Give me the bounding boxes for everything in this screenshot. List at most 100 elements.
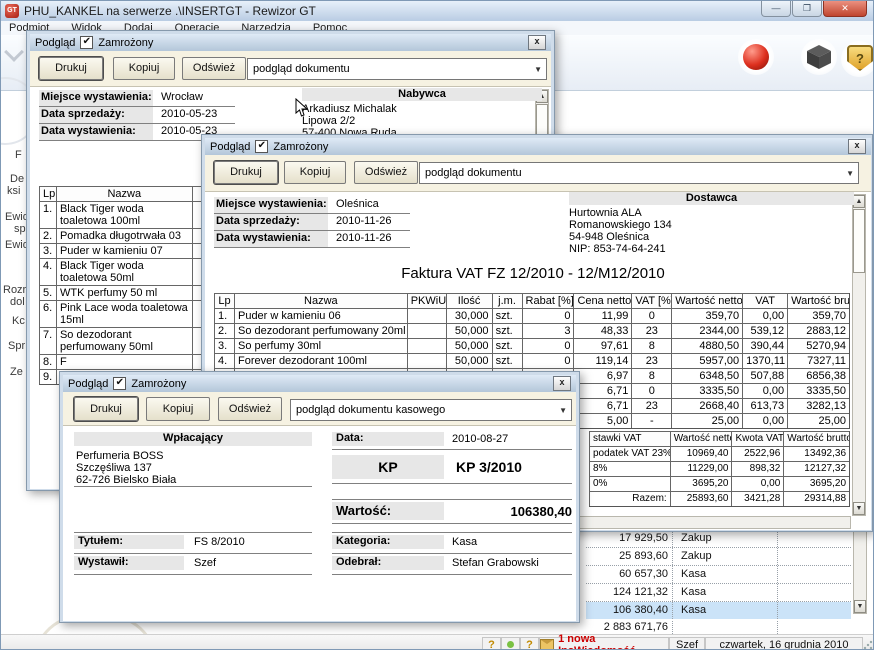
table-cell: 7327,11 <box>787 353 849 368</box>
column-header: Kwota VAT <box>731 431 783 446</box>
payer-header: Wpłacający <box>74 432 312 446</box>
frozen-checkbox[interactable]: ✔ <box>255 140 268 153</box>
dialog-titlebar[interactable]: Podgląd ✔ Zamrożony x <box>205 138 871 155</box>
refresh-button[interactable]: Odśwież <box>354 161 418 184</box>
sidebar-item-fragment[interactable]: De <box>10 173 24 185</box>
table-cell: 119,14 <box>573 353 631 368</box>
supplier-line: Hurtownia ALA <box>569 207 854 219</box>
sidebar-item-fragment[interactable]: dol <box>10 296 25 308</box>
buyer-section: Nabywca Arkadiusz Michalak Lipowa 2/2 57… <box>302 88 542 139</box>
table-cell: 6,71 <box>573 398 631 413</box>
sidebar-item-fragment[interactable]: Spr <box>8 340 25 352</box>
empty-cell <box>778 602 851 619</box>
frozen-checkbox[interactable]: ✔ <box>80 36 93 49</box>
minimize-button[interactable]: — <box>761 1 791 17</box>
issued-label: Wystawił: <box>74 556 184 570</box>
table-cell: 6. <box>39 300 56 327</box>
column-header: Lp <box>214 293 234 308</box>
print-button[interactable]: Drukuj <box>39 57 103 80</box>
table-cell: 7. <box>39 327 56 354</box>
table-cell: 0 <box>522 353 574 368</box>
combobox-value: podgląd dokumentu <box>425 167 522 179</box>
copy-button[interactable]: Kopiuj <box>146 397 210 421</box>
scrollbar-thumb[interactable] <box>853 209 865 273</box>
table-cell: 3282,13 <box>787 398 849 413</box>
sidebar-item-fragment[interactable]: Ze <box>10 366 23 378</box>
table-cell: WTK perfumy 50 ml <box>56 285 192 300</box>
type-cell: Kasa <box>673 602 778 619</box>
cube-icon[interactable] <box>806 43 833 70</box>
refresh-button[interactable]: Odśwież <box>218 397 282 421</box>
ins-message-cell[interactable]: 1 nowa InsWiadomość <box>539 637 669 650</box>
copy-button[interactable]: Kopiuj <box>284 161 346 184</box>
sidebar-item-fragment[interactable]: ksi <box>7 185 20 197</box>
window-titlebar: GT PHU_KANKEL na serwerze .\INSERTGT - R… <box>1 1 874 21</box>
table-cell: 5270,94 <box>787 338 849 353</box>
sidebar-item-fragment[interactable]: Rozr <box>3 284 26 296</box>
close-icon[interactable]: x <box>553 376 571 391</box>
field-label: Miejsce wystawienia: <box>39 90 153 106</box>
background-list-row[interactable]: 124 121,32Kasa <box>586 584 851 602</box>
invoice-title: Faktura VAT FZ 12/2010 - 12/M12/2010 <box>214 265 852 282</box>
background-list-scrollbar[interactable]: ▼ <box>853 530 867 614</box>
sidebar-item-fragment[interactable]: sp <box>14 223 26 235</box>
preview-type-combobox[interactable]: podgląd dokumentu ▼ <box>419 162 859 184</box>
print-button[interactable]: Drukuj <box>214 161 278 184</box>
help-question-icon[interactable]: ? <box>520 637 539 650</box>
category-label: Kategoria: <box>332 535 444 549</box>
red-sphere-icon[interactable] <box>743 44 769 70</box>
table-row: 8%11229,00898,3212127,32 <box>589 461 849 476</box>
sidebar-item-fragment[interactable]: F <box>15 149 22 161</box>
title-label: Tytułem: <box>74 535 184 549</box>
frozen-checkbox[interactable]: ✔ <box>113 377 126 390</box>
table-cell: 359,70 <box>671 308 742 323</box>
dialog-titlebar[interactable]: Podgląd ✔ Zamrożony x <box>63 375 576 392</box>
table-cell: Razem: <box>589 491 670 506</box>
preview-type-combobox[interactable]: podgląd dokumentu ▼ <box>247 58 547 80</box>
table-cell: 4. <box>39 258 56 285</box>
scroll-down-icon[interactable]: ▼ <box>854 600 866 613</box>
table-row: 1.Puder w kamieniu 0630,000szt.011,99035… <box>214 308 849 323</box>
scroll-up-icon[interactable]: ▲ <box>853 195 865 208</box>
table-cell: szt. <box>492 308 522 323</box>
resize-grip[interactable] <box>863 640 873 650</box>
supplier-line: 54-948 Oleśnica <box>569 231 854 243</box>
background-list-row[interactable]: 60 657,30Kasa <box>586 566 851 584</box>
help-question-icon[interactable]: ? <box>482 637 501 650</box>
table-cell: Pink Lace woda toaletowa 15ml <box>56 300 192 327</box>
supplier-section: Dostawca Hurtownia ALA Romanowskiego 134… <box>569 192 854 255</box>
dialog-title: Podgląd <box>210 141 250 153</box>
background-list-row[interactable]: 106 380,40Kasa <box>586 602 851 619</box>
preview-type-combobox[interactable]: podgląd dokumentu kasowego ▼ <box>290 399 572 421</box>
table-cell: 0,00 <box>742 413 787 428</box>
table-cell: podatek VAT 23% <box>589 446 670 461</box>
scroll-down-icon[interactable]: ▼ <box>853 502 865 515</box>
close-button[interactable]: ✕ <box>823 1 867 17</box>
table-cell: 8. <box>39 354 56 369</box>
table-cell: Puder w kamieniu 07 <box>56 243 192 258</box>
preview-scrollbar[interactable]: ▲ ▼ <box>852 194 866 516</box>
maximize-button[interactable]: ❐ <box>792 1 822 17</box>
empty-cell <box>778 584 851 601</box>
sidebar-item-fragment[interactable]: Kc <box>12 315 25 327</box>
column-header: PKWiU <box>407 293 446 308</box>
dialog-titlebar[interactable]: Podgląd ✔ Zamrożony x <box>30 34 551 51</box>
table-cell: 3695,20 <box>783 476 849 491</box>
background-list-row[interactable]: 25 893,60Zakup <box>586 548 851 566</box>
kp-number: KP 3/2010 <box>456 459 522 475</box>
table-cell: 507,88 <box>742 368 787 383</box>
column-header: Nazwa <box>56 186 192 201</box>
table-cell: So dezodorant perfumowany 20ml <box>234 323 407 338</box>
background-list-row[interactable]: 17 929,50Zakup <box>586 530 851 548</box>
table-cell <box>407 323 446 338</box>
column-header: Wartość netto <box>671 293 742 308</box>
table-cell: Forever dezodorant 100ml <box>234 353 407 368</box>
dialog-title: Podgląd <box>35 37 75 49</box>
buyer-line: Arkadiusz Michalak <box>302 103 542 115</box>
copy-button[interactable]: Kopiuj <box>113 57 175 80</box>
refresh-button[interactable]: Odśwież <box>182 57 246 80</box>
close-icon[interactable]: x <box>848 139 866 154</box>
print-button[interactable]: Drukuj <box>74 397 138 421</box>
table-cell: szt. <box>492 353 522 368</box>
close-icon[interactable]: x <box>528 35 546 50</box>
